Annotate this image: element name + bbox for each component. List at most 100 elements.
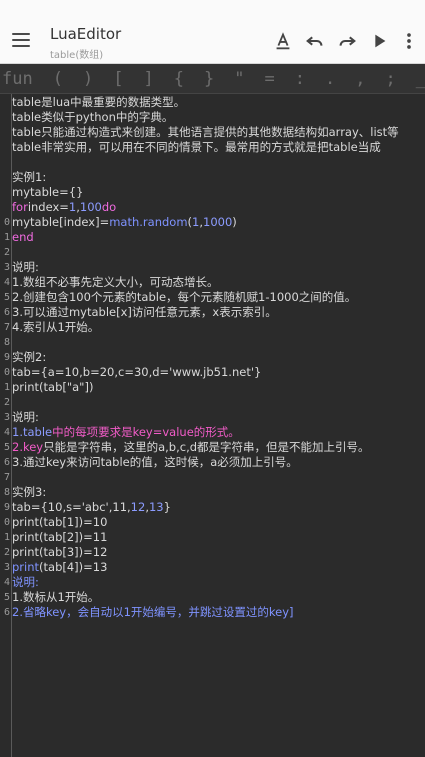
redo-icon[interactable] <box>336 30 358 52</box>
undo-icon[interactable] <box>304 30 326 52</box>
menu-icon[interactable] <box>12 33 30 47</box>
code-line[interactable]: 1 print(tab[2])=11 <box>0 530 425 545</box>
code-line[interactable]: 6 2.省略key，会自动以1开始编号，并跳过设置过的key] <box>0 605 425 620</box>
code-token: print(tab["a"]) <box>12 380 94 394</box>
code-token: 1.数组不必事先定义大小，可动态增长。 <box>12 275 219 289</box>
code-text: 2.省略key，会自动以1开始编号，并跳过设置过的key] <box>12 605 294 620</box>
code-token: do <box>101 200 117 214</box>
code-text: print(tab[1])=10 <box>12 515 107 530</box>
code-text: 1.数组不必事先定义大小，可动态增长。 <box>12 275 218 290</box>
code-line[interactable]: 0 print(tab[1])=10 <box>0 515 425 530</box>
code-text: print(tab[2])=11 <box>12 530 107 545</box>
code-line[interactable]: 9 tab={10,s='abc',11,12,13} <box>0 500 425 515</box>
code-token: print <box>12 560 40 574</box>
symbol-key[interactable]: [ <box>103 69 133 89</box>
more-vert-icon[interactable] <box>398 30 420 52</box>
symbol-key[interactable]: " <box>224 69 254 89</box>
line-number: 8 <box>3 337 10 348</box>
code-token: end <box>12 230 34 244</box>
code-token: 1.数标从1开始。 <box>12 590 100 604</box>
code-line[interactable]: 8 实例3: <box>0 485 425 500</box>
symbol-key[interactable]: : <box>285 69 315 89</box>
code-line[interactable]: mytable={} <box>0 185 425 200</box>
code-token: mytable={} <box>12 185 84 199</box>
code-line[interactable]: forindex=1,100do <box>0 200 425 215</box>
code-line[interactable]: 实例1: <box>0 170 425 185</box>
symbol-key[interactable]: _ <box>406 69 425 89</box>
symbol-key[interactable]: ) <box>73 69 103 89</box>
symbol-key[interactable]: { <box>164 69 194 89</box>
code-token: table是lua中最重要的数据类型。 <box>12 95 186 109</box>
code-line[interactable]: 2 <box>0 245 425 260</box>
code-text: 说明: <box>12 260 39 275</box>
code-line[interactable]: table非常实用，可以用在不同的情景下。最常用的方式就是把table当成 <box>0 140 425 155</box>
symbol-key[interactable]: = <box>254 69 284 89</box>
code-token: print(tab[3])=12 <box>12 545 108 559</box>
code-token: mytable[index]= <box>12 215 110 229</box>
symbol-key[interactable]: ; <box>375 69 405 89</box>
code-text: 3.通过key来访问table的值，这时候，a必须加上引号。 <box>12 455 298 470</box>
line-number: 1 <box>3 382 10 393</box>
code-token: 13 <box>148 500 164 514</box>
code-token: 3.通过key来访问table的值，这时候，a必须加上引号。 <box>12 455 298 469</box>
symbol-key[interactable]: ( <box>43 69 73 89</box>
code-line[interactable]: 0 mytable[index]=math.random(1,1000) <box>0 215 425 230</box>
line-number: 5 <box>3 592 10 603</box>
code-line[interactable] <box>0 155 425 170</box>
symbol-key[interactable]: . <box>315 69 345 89</box>
code-line[interactable]: 4 1.数组不必事先定义大小，可动态增长。 <box>0 275 425 290</box>
code-text: print(tab[3])=12 <box>12 545 107 560</box>
code-line[interactable]: table只能通过构造式来创建。其他语言提供的其他数据结构如array、list… <box>0 125 425 140</box>
symbol-key[interactable]: ] <box>133 69 163 89</box>
code-line[interactable]: 9 实例2: <box>0 350 425 365</box>
play-icon[interactable] <box>368 30 390 52</box>
code-token: 100 <box>79 200 102 214</box>
code-line[interactable]: 5 2.key只能是字符串，这里的a,b,c,d都是字符串，但是不能加上引号。 <box>0 440 425 455</box>
code-token: index= <box>27 200 69 214</box>
code-line[interactable]: 8 <box>0 335 425 350</box>
code-token: table非常实用，可以用在不同的情景下。最常用的方式就是把table当成 <box>12 140 381 154</box>
code-line[interactable]: 2 <box>0 395 425 410</box>
code-line[interactable]: 6 3.可以通过mytable[x]访问任意元素，x表示索引。 <box>0 305 425 320</box>
code-line[interactable]: 5 1.数标从1开始。 <box>0 590 425 605</box>
code-line[interactable]: 3 print(tab[4])=13 <box>0 560 425 575</box>
code-text: 实例3: <box>12 485 46 500</box>
code-text: tab={10,s='abc',11,12,13} <box>12 500 171 515</box>
symbol-key[interactable]: } <box>194 69 224 89</box>
code-line[interactable]: 6 3.通过key来访问table的值，这时候，a必须加上引号。 <box>0 455 425 470</box>
line-number: 2 <box>3 397 10 408</box>
code-line[interactable]: 1 print(tab["a"]) <box>0 380 425 395</box>
code-line[interactable]: 4 1.table中的每项要求是key=value的形式。 <box>0 425 425 440</box>
code-line[interactable]: 7 4.索引从1开始。 <box>0 320 425 335</box>
code-token: ) <box>232 215 237 229</box>
code-line[interactable]: 3 说明: <box>0 410 425 425</box>
code-line[interactable]: table是lua中最重要的数据类型。 <box>0 95 425 110</box>
line-number: 2 <box>3 247 10 258</box>
line-number: 7 <box>3 472 10 483</box>
code-text: tab={a=10,b=20,c=30,d='www.jb51.net'} <box>12 365 261 380</box>
line-number: 3 <box>3 262 10 273</box>
code-text: 说明: <box>12 410 39 425</box>
code-token: 只能是字符串，这里的a,b,c,d都是字符串，但是不能加上引号。 <box>43 440 370 454</box>
code-text: mytable={} <box>12 185 83 200</box>
code-line[interactable]: 3 说明: <box>0 260 425 275</box>
code-line[interactable]: table类似于python中的字典。 <box>0 110 425 125</box>
code-line[interactable]: 5 2.创建包含100个元素的table，每个元素随机赋1-1000之间的值。 <box>0 290 425 305</box>
format-text-icon[interactable] <box>272 30 294 52</box>
line-number: 5 <box>3 442 10 453</box>
symbol-key[interactable]: fun <box>0 69 43 89</box>
code-line[interactable]: 0 tab={a=10,b=20,c=30,d='www.jb51.net'} <box>0 365 425 380</box>
code-line[interactable]: 4 说明: <box>0 575 425 590</box>
code-token: (tab[4])=13 <box>39 560 108 574</box>
code-token: table只能通过构造式来创建。其他语言提供的其他数据结构如array、list… <box>12 125 399 139</box>
code-token: print(tab[1])=10 <box>12 515 108 529</box>
symbol-key[interactable]: , <box>345 69 375 89</box>
code-token: 说明: <box>12 410 39 424</box>
code-line[interactable]: 7 <box>0 470 425 485</box>
code-editor[interactable]: table是lua中最重要的数据类型。 table类似于python中的字典。 ta… <box>0 94 425 757</box>
code-line[interactable]: 1 end <box>0 230 425 245</box>
line-number: 1 <box>3 532 10 543</box>
line-number: 7 <box>3 322 10 333</box>
code-token: 说明: <box>12 260 39 274</box>
code-line[interactable]: 2 print(tab[3])=12 <box>0 545 425 560</box>
